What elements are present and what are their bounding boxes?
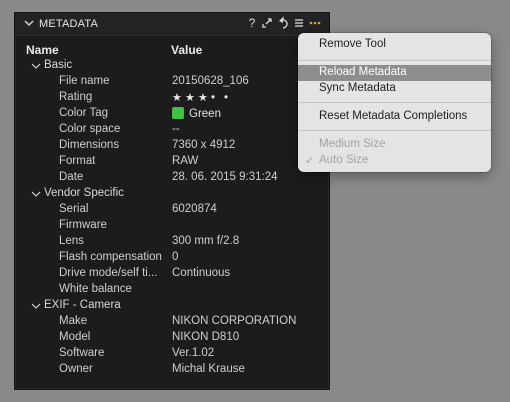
star-empty-icon[interactable]: •	[211, 92, 224, 104]
group-label: Vendor Specific	[44, 187, 124, 199]
column-header-name[interactable]: Name	[26, 43, 59, 57]
menu-item-sync-metadata[interactable]: Sync Metadata	[298, 81, 491, 97]
row-value[interactable]: Michal Krause	[172, 363, 245, 375]
group-expanded-chevron-icon[interactable]	[31, 189, 41, 199]
star-empty-icon[interactable]: •	[224, 92, 237, 104]
group-label: Basic	[44, 59, 73, 71]
metadata-row-white-balance[interactable]: White balance	[15, 282, 329, 298]
column-header-value[interactable]: Value	[171, 43, 202, 57]
row-label: Drive mode/self ti...	[59, 267, 158, 279]
metadata-row-file-name[interactable]: File name 20150628_106	[15, 74, 329, 90]
panel-header: METADATA ?	[15, 13, 329, 36]
row-label: Format	[59, 155, 96, 167]
menu-item-label: Auto Size	[319, 154, 369, 166]
menu-item-label: Remove Tool	[319, 38, 386, 50]
group-exif-camera[interactable]: EXIF - Camera	[15, 298, 329, 314]
row-label: Make	[59, 315, 88, 327]
row-label: Lens	[59, 235, 84, 247]
group-label: EXIF - Camera	[44, 299, 121, 311]
menu-item-label: Reset Metadata Completions	[319, 110, 468, 122]
row-value[interactable]: 6020874	[172, 203, 217, 215]
row-label: Color space	[59, 123, 121, 135]
row-label: File name	[59, 75, 110, 87]
menu-item-label: Medium Size	[319, 138, 386, 150]
row-label: Software	[59, 347, 105, 359]
row-value[interactable]: NIKON D810	[172, 331, 239, 343]
metadata-row-serial[interactable]: Serial 6020874	[15, 202, 329, 218]
rating-stars[interactable]: ★ ★ ★ • •	[172, 91, 237, 104]
metadata-row-make[interactable]: Make NIKON CORPORATION	[15, 314, 329, 330]
group-vendor-specific[interactable]: Vendor Specific	[15, 186, 329, 202]
menu-separator	[298, 130, 491, 131]
row-value[interactable]: 7360 x 4912	[172, 139, 235, 151]
star-filled-icon[interactable]: ★	[185, 91, 198, 104]
metadata-row-date[interactable]: Date 28. 06. 2015 9:31:24	[15, 170, 329, 186]
checkmark-icon: ✓	[305, 155, 315, 167]
menu-item-reload-metadata[interactable]: Reload Metadata	[298, 65, 491, 81]
row-value[interactable]: 28. 06. 2015 9:31:24	[172, 171, 278, 183]
metadata-row-dimensions[interactable]: Dimensions 7360 x 4912	[15, 138, 329, 154]
row-value[interactable]: 20150628_106	[172, 75, 249, 87]
row-label: Firmware	[59, 219, 107, 231]
menu-separator	[298, 60, 491, 61]
row-value[interactable]: NIKON CORPORATION	[172, 315, 296, 327]
group-basic[interactable]: Basic	[15, 58, 329, 74]
metadata-row-flash-compensation[interactable]: Flash compensation 0	[15, 250, 329, 266]
row-value[interactable]: RAW	[172, 155, 198, 167]
star-filled-icon[interactable]: ★	[172, 91, 185, 104]
menu-item-label: Reload Metadata	[319, 66, 407, 78]
row-label: Rating	[59, 91, 93, 103]
row-value[interactable]: Ver.1.02	[172, 347, 214, 359]
metadata-row-owner[interactable]: Owner Michal Krause	[15, 362, 329, 378]
row-value[interactable]: --	[172, 123, 180, 135]
row-label: White balance	[59, 283, 132, 295]
color-swatch-icon	[172, 107, 184, 119]
menu-item-label: Sync Metadata	[319, 82, 396, 94]
group-expanded-chevron-icon[interactable]	[31, 301, 41, 311]
metadata-row-model[interactable]: Model NIKON D810	[15, 330, 329, 346]
menu-item-remove-tool[interactable]: Remove Tool	[298, 37, 491, 53]
collapse-chevron-icon[interactable]	[23, 17, 35, 29]
metadata-row-color-space[interactable]: Color space --	[15, 122, 329, 138]
row-label: Serial	[59, 203, 89, 215]
menu-item-auto-size[interactable]: ✓ Auto Size	[298, 153, 491, 169]
help-icon[interactable]: ?	[245, 16, 259, 30]
metadata-row-color-tag[interactable]: Color Tag Green	[15, 106, 329, 122]
metadata-row-rating[interactable]: Rating ★ ★ ★ • •	[15, 90, 329, 106]
metadata-row-drive-mode[interactable]: Drive mode/self ti... Continuous	[15, 266, 329, 282]
metadata-row-format[interactable]: Format RAW	[15, 154, 329, 170]
metadata-row-firmware[interactable]: Firmware	[15, 218, 329, 234]
menu-separator	[298, 102, 491, 103]
menu-item-reset-metadata-completions[interactable]: Reset Metadata Completions	[298, 109, 491, 125]
row-value[interactable]: 0	[172, 251, 178, 263]
row-label: Model	[59, 331, 91, 343]
row-label: Flash compensation	[59, 251, 162, 263]
metadata-row-lens[interactable]: Lens 300 mm f/2.8	[15, 234, 329, 250]
panel-title: METADATA	[39, 18, 99, 30]
row-label: Date	[59, 171, 84, 183]
color-tag-value[interactable]: Green	[172, 107, 221, 120]
star-filled-icon[interactable]: ★	[198, 91, 211, 104]
reset-icon[interactable]	[276, 16, 290, 30]
context-menu: Remove Tool Reload Metadata Sync Metadat…	[298, 33, 491, 172]
menu-item-medium-size[interactable]: Medium Size	[298, 137, 491, 153]
row-value[interactable]: 300 mm f/2.8	[172, 235, 239, 247]
detach-icon[interactable]	[260, 16, 274, 30]
color-tag-label: Green	[189, 108, 221, 120]
row-label: Dimensions	[59, 139, 120, 151]
row-label: Owner	[59, 363, 93, 375]
more-icon[interactable]	[308, 16, 322, 30]
metadata-panel: METADATA ? Name Value Basic File name 20	[14, 12, 330, 390]
row-value[interactable]: Continuous	[172, 267, 230, 279]
row-label: Color Tag	[59, 107, 109, 119]
metadata-row-software[interactable]: Software Ver.1.02	[15, 346, 329, 362]
list-icon[interactable]	[292, 16, 306, 30]
group-expanded-chevron-icon[interactable]	[31, 61, 41, 71]
